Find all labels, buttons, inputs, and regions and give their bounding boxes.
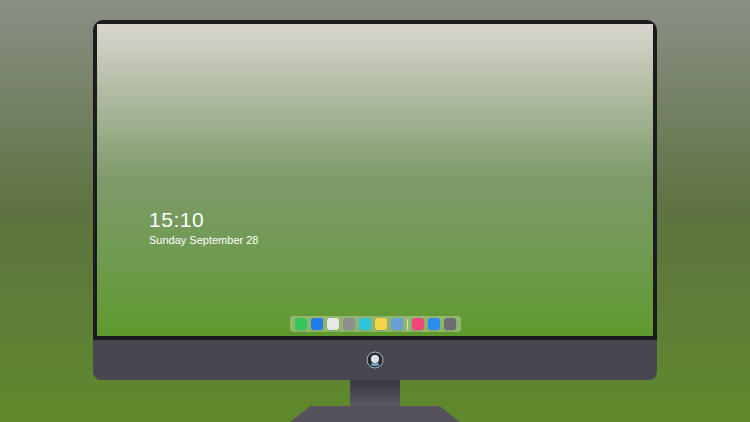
monitor-neck (350, 380, 400, 406)
clock-block: 15:10Sunday September 28 (97, 24, 653, 248)
logo-icon (366, 351, 384, 369)
dock (290, 316, 461, 332)
monitor-chin (93, 340, 657, 380)
monitor-base (290, 406, 460, 422)
dock-app-icon[interactable] (428, 318, 440, 330)
dock-app-icon[interactable] (327, 318, 339, 330)
monitor: 15:10Sunday September 28 (93, 20, 657, 422)
dock-app-icon[interactable] (412, 318, 424, 330)
monitor-bezel: 15:10Sunday September 28 (93, 20, 657, 340)
dock-app-icon[interactable] (375, 318, 387, 330)
page: 15:10Sunday September 28 (0, 0, 750, 422)
dock-separator (407, 319, 408, 330)
dock-app-icon[interactable] (359, 318, 371, 330)
lock-screen: 15:10Sunday September 28 (97, 24, 653, 336)
dock-app-icon[interactable] (295, 318, 307, 330)
dock-app-icon[interactable] (343, 318, 355, 330)
clock-time: 15:10 (149, 207, 653, 233)
dock-app-icon[interactable] (311, 318, 323, 330)
dock-app-icon[interactable] (391, 318, 403, 330)
dock-app-icon[interactable] (444, 318, 456, 330)
clock-date: Sunday September 28 (149, 233, 653, 248)
